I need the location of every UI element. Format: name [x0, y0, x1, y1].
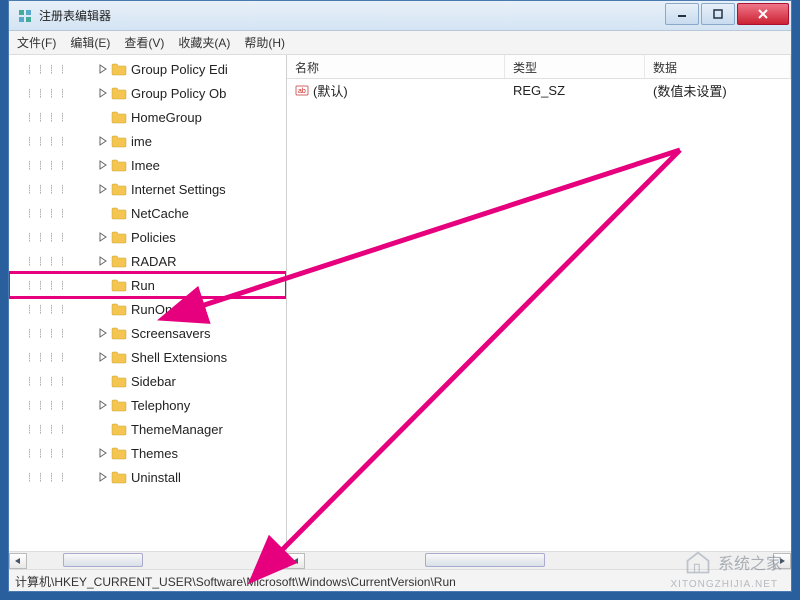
tree-item-label: Imee [131, 158, 160, 173]
expand-icon[interactable] [97, 399, 109, 411]
tree-item-label: Uninstall [131, 470, 181, 485]
tree-item-label: Group Policy Edi [131, 62, 228, 77]
tree-pane: ┊ ┊ ┊ ┊Group Policy Edi┊ ┊ ┊ ┊Group Poli… [9, 55, 287, 569]
list-header[interactable]: 名称 类型 数据 [287, 55, 791, 79]
tree-item-label: ime [131, 134, 152, 149]
tree-item-label: ThemeManager [131, 422, 223, 437]
tree-item-ime[interactable]: ┊ ┊ ┊ ┊ime [9, 129, 286, 153]
tree-item-label: Internet Settings [131, 182, 226, 197]
tree-item-label: NetCache [131, 206, 189, 221]
window-controls [663, 3, 789, 25]
expand-icon[interactable] [97, 471, 109, 483]
value-type: REG_SZ [505, 83, 645, 98]
tree-item-label: Screensavers [131, 326, 210, 341]
watermark: 系统之家 [684, 548, 782, 576]
tree-item-internet-settings[interactable]: ┊ ┊ ┊ ┊Internet Settings [9, 177, 286, 201]
tree-item-radar[interactable]: ┊ ┊ ┊ ┊RADAR [9, 249, 286, 273]
expand-icon[interactable] [97, 423, 109, 435]
window-title: 注册表编辑器 [39, 7, 663, 24]
tree-view[interactable]: ┊ ┊ ┊ ┊Group Policy Edi┊ ┊ ┊ ┊Group Poli… [9, 55, 286, 551]
tree-item-label: Run [131, 278, 155, 293]
tree-item-shell-extensions[interactable]: ┊ ┊ ┊ ┊Shell Extensions [9, 345, 286, 369]
expand-icon[interactable] [97, 135, 109, 147]
scroll-thumb[interactable] [425, 553, 545, 567]
tree-item-sidebar[interactable]: ┊ ┊ ┊ ┊Sidebar [9, 369, 286, 393]
app-icon [17, 8, 33, 24]
menu-favorites[interactable]: 收藏夹(A) [178, 34, 230, 51]
menu-view[interactable]: 查看(V) [124, 34, 164, 51]
tree-item-telephony[interactable]: ┊ ┊ ┊ ┊Telephony [9, 393, 286, 417]
tree-item-group-policy-edi[interactable]: ┊ ┊ ┊ ┊Group Policy Edi [9, 57, 286, 81]
col-data[interactable]: 数据 [645, 55, 791, 78]
list-body[interactable]: ab (默认) REG_SZ(数值未设置) [287, 79, 791, 551]
col-type[interactable]: 类型 [505, 55, 645, 78]
expand-icon[interactable] [97, 447, 109, 459]
tree-item-label: Shell Extensions [131, 350, 227, 365]
titlebar[interactable]: 注册表编辑器 [9, 1, 791, 31]
value-data: (数值未设置) [645, 81, 791, 100]
watermark-text: 系统之家 [718, 550, 782, 574]
tree-item-group-policy-ob[interactable]: ┊ ┊ ┊ ┊Group Policy Ob [9, 81, 286, 105]
tree-item-imee[interactable]: ┊ ┊ ┊ ┊Imee [9, 153, 286, 177]
expand-icon[interactable] [97, 159, 109, 171]
tree-item-thememanager[interactable]: ┊ ┊ ┊ ┊ThemeManager [9, 417, 286, 441]
tree-item-label: RADAR [131, 254, 177, 269]
expand-icon[interactable] [97, 183, 109, 195]
tree-item-themes[interactable]: ┊ ┊ ┊ ┊Themes [9, 441, 286, 465]
tree-item-uninstall[interactable]: ┊ ┊ ┊ ┊Uninstall [9, 465, 286, 489]
menu-help[interactable]: 帮助(H) [244, 34, 285, 51]
tree-item-policies[interactable]: ┊ ┊ ┊ ┊Policies [9, 225, 286, 249]
menu-file[interactable]: 文件(F) [17, 34, 56, 51]
expand-icon[interactable] [97, 303, 109, 315]
scroll-left-button[interactable] [9, 553, 27, 569]
expand-icon[interactable] [97, 351, 109, 363]
tree-item-run[interactable]: ┊ ┊ ┊ ┊Run [9, 273, 286, 297]
tree-scrollbar-h[interactable] [9, 551, 286, 569]
tree-item-label: Themes [131, 446, 178, 461]
menu-edit[interactable]: 编辑(E) [70, 34, 110, 51]
maximize-button[interactable] [701, 3, 735, 25]
svg-text:ab: ab [298, 88, 306, 95]
expand-icon[interactable] [97, 327, 109, 339]
string-value-icon: ab [295, 83, 309, 97]
expand-icon[interactable] [97, 111, 109, 123]
content-area: ┊ ┊ ┊ ┊Group Policy Edi┊ ┊ ┊ ┊Group Poli… [9, 55, 791, 569]
expand-icon[interactable] [97, 375, 109, 387]
scroll-thumb[interactable] [63, 553, 143, 567]
close-button[interactable] [737, 3, 789, 25]
tree-item-label: Group Policy Ob [131, 86, 226, 101]
list-row[interactable]: ab (默认) REG_SZ(数值未设置) [287, 79, 791, 101]
tree-item-homegroup[interactable]: ┊ ┊ ┊ ┊HomeGroup [9, 105, 286, 129]
minimize-button[interactable] [665, 3, 699, 25]
value-name: (默认) [313, 81, 348, 100]
expand-icon[interactable] [97, 279, 109, 291]
tree-item-runonce[interactable]: ┊ ┊ ┊ ┊RunOnce [9, 297, 286, 321]
list-pane: 名称 类型 数据 ab (默认) REG_SZ(数值未设置) [287, 55, 791, 569]
tree-item-label: Sidebar [131, 374, 176, 389]
tree-item-label: RunOnce [131, 302, 186, 317]
tree-item-label: Policies [131, 230, 176, 245]
scroll-left-button[interactable] [287, 553, 305, 569]
tree-item-label: HomeGroup [131, 110, 202, 125]
tree-item-label: Telephony [131, 398, 190, 413]
scroll-right-button[interactable] [268, 553, 286, 569]
expand-icon[interactable] [97, 63, 109, 75]
menubar: 文件(F) 编辑(E) 查看(V) 收藏夹(A) 帮助(H) [9, 31, 791, 55]
tree-item-netcache[interactable]: ┊ ┊ ┊ ┊NetCache [9, 201, 286, 225]
expand-icon[interactable] [97, 207, 109, 219]
expand-icon[interactable] [97, 255, 109, 267]
tree-item-screensavers[interactable]: ┊ ┊ ┊ ┊Screensavers [9, 321, 286, 345]
scroll-track[interactable] [27, 553, 268, 569]
registry-editor-window: 注册表编辑器 文件(F) 编辑(E) 查看(V) 收藏夹(A) 帮助(H) ┊ … [8, 0, 792, 592]
watermark-sub: XITONGZHIJIA.NET [671, 579, 779, 590]
col-name[interactable]: 名称 [287, 55, 505, 78]
expand-icon[interactable] [97, 87, 109, 99]
expand-icon[interactable] [97, 231, 109, 243]
